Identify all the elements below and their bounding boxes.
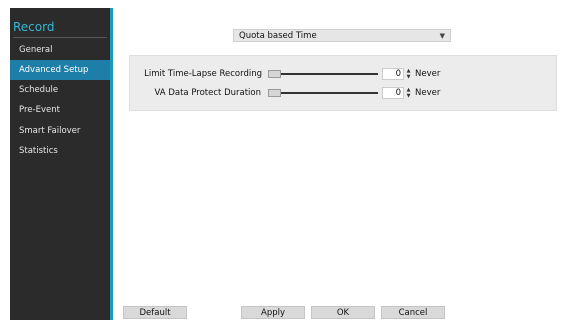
limit-time-lapse-value[interactable]: 0 (382, 68, 404, 80)
default-button[interactable]: Default (123, 306, 187, 319)
settings-panel (129, 55, 557, 111)
sidebar: Record General Advanced Setup Schedule P… (10, 8, 110, 320)
sidebar-item-advanced-setup[interactable]: Advanced Setup (10, 60, 110, 80)
slider-track (268, 92, 378, 94)
va-data-protect-spinner[interactable]: ▲ ▼ (405, 87, 412, 99)
slider-thumb[interactable] (268, 70, 281, 78)
sidebar-title: Record (13, 20, 55, 34)
va-data-protect-slider[interactable] (268, 89, 378, 97)
limit-time-lapse-slider[interactable] (268, 70, 378, 78)
apply-button[interactable]: Apply (241, 306, 305, 319)
va-data-protect-unit: Never (415, 88, 441, 98)
sidebar-accent-bar (110, 8, 113, 320)
slider-track (268, 73, 378, 75)
sidebar-divider (13, 37, 107, 38)
spin-down-icon[interactable]: ▼ (405, 93, 412, 99)
sidebar-item-smart-failover[interactable]: Smart Failover (10, 121, 110, 141)
va-data-protect-label: VA Data Protect Duration (154, 88, 261, 98)
sidebar-item-schedule[interactable]: Schedule (10, 80, 110, 100)
recording-mode-select[interactable]: Quota based Time ▼ (233, 29, 451, 42)
recording-mode-value: Quota based Time (239, 31, 317, 41)
spin-down-icon[interactable]: ▼ (405, 74, 412, 80)
sidebar-item-pre-event[interactable]: Pre-Event (10, 100, 110, 120)
limit-time-lapse-spinner[interactable]: ▲ ▼ (405, 68, 412, 80)
chevron-down-icon: ▼ (439, 32, 445, 40)
ok-button[interactable]: OK (311, 306, 375, 319)
va-data-protect-value[interactable]: 0 (382, 87, 404, 99)
sidebar-item-general[interactable]: General (10, 40, 110, 60)
slider-thumb[interactable] (268, 89, 281, 97)
limit-time-lapse-unit: Never (415, 69, 441, 79)
limit-time-lapse-label: Limit Time-Lapse Recording (144, 69, 262, 79)
sidebar-item-statistics[interactable]: Statistics (10, 141, 110, 161)
cancel-button[interactable]: Cancel (381, 306, 445, 319)
